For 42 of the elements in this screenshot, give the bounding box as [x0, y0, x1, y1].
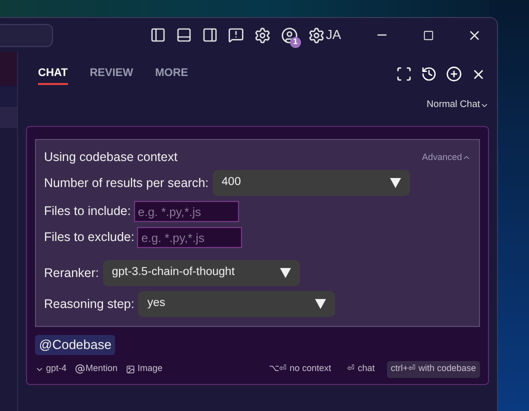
panel-title: Using codebase context	[44, 149, 178, 166]
history-icon[interactable]	[421, 66, 437, 82]
settings-icon[interactable]	[254, 26, 271, 44]
user-initials: JA	[326, 26, 341, 44]
field-label: Reranker:	[44, 264, 99, 282]
panel-left-icon[interactable]	[150, 27, 166, 43]
search-field[interactable]	[0, 24, 53, 46]
model-selector[interactable]: gpt-4	[35, 362, 67, 376]
new-chat-icon[interactable]	[446, 66, 462, 82]
dropdown-arrow-icon	[280, 268, 291, 278]
feedback-icon[interactable]	[228, 27, 244, 43]
settings-icon[interactable]	[308, 26, 325, 44]
dropdown-select[interactable]: gpt-3.5-chain-of-thought	[102, 260, 300, 286]
account-icon[interactable]	[280, 26, 298, 44]
input-field[interactable]: e.g. *.py,*.js	[137, 227, 242, 248]
shortcut-button[interactable]: ctrl+⏎ with codebase	[386, 360, 480, 378]
field-label: Files to exclude:	[44, 229, 134, 246]
field-label: Reasoning step:	[44, 296, 134, 313]
tab[interactable]: REVIEW	[90, 63, 134, 85]
image-icon	[126, 364, 135, 374]
dropdown-select[interactable]: 400	[212, 170, 410, 196]
mention-button[interactable]: Mention	[74, 362, 118, 376]
field-label: Files to include:	[44, 203, 131, 220]
dropdown-arrow-icon	[315, 299, 326, 309]
tab[interactable]: CHAT	[38, 63, 68, 85]
mention-chip: @Codebase	[35, 335, 116, 354]
mode-dropdown[interactable]: Normal Chat	[426, 98, 489, 112]
image-button[interactable]: Image	[126, 362, 163, 376]
tab[interactable]: MORE	[155, 63, 188, 85]
fullscreen-icon[interactable]	[396, 66, 412, 82]
dropdown-select[interactable]: yes	[138, 291, 336, 317]
shortcut-button[interactable]: ⌥⏎ no context	[265, 360, 336, 378]
dropdown-arrow-icon	[390, 178, 401, 188]
advanced-toggle[interactable]: Advanced	[422, 150, 471, 164]
field-label: Number of results per search:	[44, 174, 209, 192]
panel-right-icon[interactable]	[202, 27, 218, 43]
maximize-icon	[422, 30, 434, 40]
panel-bottom-icon[interactable]	[176, 27, 192, 43]
at-sign-icon	[74, 364, 85, 374]
notification-badge: 1	[290, 36, 301, 48]
input-field[interactable]: e.g. *.py,*.js	[134, 201, 239, 222]
shortcut-button[interactable]: ⏎ chat	[343, 360, 379, 378]
